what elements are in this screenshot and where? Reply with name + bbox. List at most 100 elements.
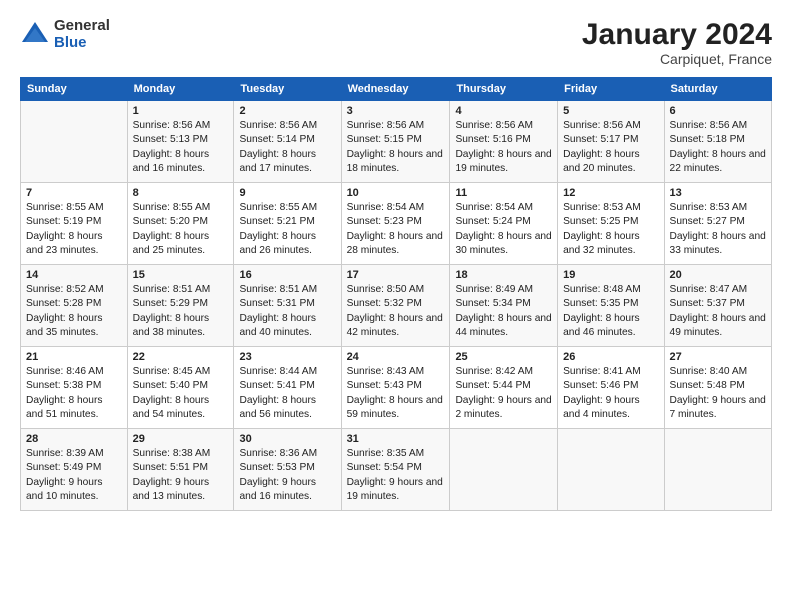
calendar-week-row: 21 Sunrise: 8:46 AM Sunset: 5:38 PM Dayli… (21, 347, 772, 429)
calendar-cell: 2Sunrise: 8:56 AM Sunset: 5:14 PM Daylig… (234, 101, 341, 183)
day-number: 13 (670, 187, 766, 199)
calendar-week-row: 28 Sunrise: 8:39 AM Sunset: 5:49 PM Dayli… (21, 429, 772, 511)
day-number: 26 (563, 351, 658, 363)
calendar-cell: 29 Sunrise: 8:38 AM Sunset: 5:51 PM Dayli… (127, 429, 234, 511)
header-friday: Friday (558, 78, 664, 101)
day-info: Sunrise: 8:56 AM Sunset: 5:17 PM Dayligh… (563, 119, 658, 176)
calendar-cell: 24Sunrise: 8:43 AM Sunset: 5:43 PM Dayli… (341, 347, 450, 429)
day-number: 19 (563, 269, 658, 281)
day-info: Sunrise: 8:39 AM Sunset: 5:49 PM Dayligh… (26, 447, 122, 504)
logo-text: General Blue (54, 18, 110, 51)
calendar-header-row: Sunday Monday Tuesday Wednesday Thursday… (21, 78, 772, 101)
calendar-cell: 26Sunrise: 8:41 AM Sunset: 5:46 PM Dayli… (558, 347, 664, 429)
day-number: 20 (670, 269, 766, 281)
calendar-cell: 15 Sunrise: 8:51 AM Sunset: 5:29 PM Dayli… (127, 265, 234, 347)
day-info: Sunrise: 8:55 AM Sunset: 5:21 PM Dayligh… (239, 201, 335, 258)
calendar-cell: 7 Sunrise: 8:55 AM Sunset: 5:19 PM Daylig… (21, 183, 128, 265)
logo: General Blue (20, 18, 110, 51)
calendar-cell: 12 Sunrise: 8:53 AM Sunset: 5:25 PM Dayli… (558, 183, 664, 265)
day-info: Sunrise: 8:38 AM Sunset: 5:51 PM Dayligh… (133, 447, 229, 504)
day-info: Sunrise: 8:56 AM Sunset: 5:16 PM Dayligh… (455, 119, 552, 176)
day-info: Sunrise: 8:54 AM Sunset: 5:23 PM Dayligh… (347, 201, 445, 258)
day-info: Sunrise: 8:54 AM Sunset: 5:24 PM Dayligh… (455, 201, 552, 258)
calendar-cell: 27Sunrise: 8:40 AM Sunset: 5:48 PM Dayli… (664, 347, 771, 429)
day-number: 10 (347, 187, 445, 199)
day-number: 18 (455, 269, 552, 281)
day-info: Sunrise: 8:44 AM Sunset: 5:41 PM Dayligh… (239, 365, 335, 422)
day-number: 16 (239, 269, 335, 281)
day-number: 22 (133, 351, 229, 363)
calendar-cell: 5 Sunrise: 8:56 AM Sunset: 5:17 PM Daylig… (558, 101, 664, 183)
day-number: 31 (347, 433, 445, 445)
day-info: Sunrise: 8:55 AM Sunset: 5:19 PM Dayligh… (26, 201, 122, 258)
day-number: 11 (455, 187, 552, 199)
day-number: 30 (239, 433, 335, 445)
day-number: 23 (239, 351, 335, 363)
day-number: 9 (239, 187, 335, 199)
day-number: 28 (26, 433, 122, 445)
day-number: 1 (133, 105, 229, 117)
day-info: Sunrise: 8:56 AM Sunset: 5:13 PM Dayligh… (133, 119, 229, 176)
calendar-cell: 31 Sunrise: 8:35 AM Sunset: 5:54 PM Dayli… (341, 429, 450, 511)
header-wednesday: Wednesday (341, 78, 450, 101)
calendar-cell: 22 Sunrise: 8:45 AM Sunset: 5:40 PM Dayli… (127, 347, 234, 429)
calendar-cell: 18 Sunrise: 8:49 AM Sunset: 5:34 PM Dayli… (450, 265, 558, 347)
day-number: 6 (670, 105, 766, 117)
calendar-cell: 1 Sunrise: 8:56 AM Sunset: 5:13 PM Daylig… (127, 101, 234, 183)
calendar-cell: 11 Sunrise: 8:54 AM Sunset: 5:24 PM Dayli… (450, 183, 558, 265)
day-info: Sunrise: 8:53 AM Sunset: 5:25 PM Dayligh… (563, 201, 658, 258)
day-number: 7 (26, 187, 122, 199)
calendar-week-row: 14 Sunrise: 8:52 AM Sunset: 5:28 PM Dayli… (21, 265, 772, 347)
day-info: Sunrise: 8:46 AM Sunset: 5:38 PM Dayligh… (26, 365, 122, 422)
day-info: Sunrise: 8:45 AM Sunset: 5:40 PM Dayligh… (133, 365, 229, 422)
header-tuesday: Tuesday (234, 78, 341, 101)
title-area: January 2024 Carpiquet, France (582, 18, 772, 67)
calendar-cell: 28 Sunrise: 8:39 AM Sunset: 5:49 PM Dayli… (21, 429, 128, 511)
calendar-cell: 3Sunrise: 8:56 AM Sunset: 5:15 PM Daylig… (341, 101, 450, 183)
calendar-week-row: 7 Sunrise: 8:55 AM Sunset: 5:19 PM Daylig… (21, 183, 772, 265)
calendar-page: General Blue January 2024 Carpiquet, Fra… (0, 0, 792, 612)
day-info: Sunrise: 8:56 AM Sunset: 5:15 PM Dayligh… (347, 119, 445, 176)
day-number: 29 (133, 433, 229, 445)
calendar-cell: 25 Sunrise: 8:42 AM Sunset: 5:44 PM Dayli… (450, 347, 558, 429)
calendar-cell (450, 429, 558, 511)
day-number: 5 (563, 105, 658, 117)
calendar-cell: 8Sunrise: 8:55 AM Sunset: 5:20 PM Daylig… (127, 183, 234, 265)
day-number: 15 (133, 269, 229, 281)
page-header: General Blue January 2024 Carpiquet, Fra… (20, 18, 772, 67)
day-number: 14 (26, 269, 122, 281)
logo-icon (20, 20, 50, 50)
day-number: 4 (455, 105, 552, 117)
header-sunday: Sunday (21, 78, 128, 101)
header-thursday: Thursday (450, 78, 558, 101)
calendar-cell: 30Sunrise: 8:36 AM Sunset: 5:53 PM Dayli… (234, 429, 341, 511)
day-info: Sunrise: 8:55 AM Sunset: 5:20 PM Dayligh… (133, 201, 229, 258)
calendar-cell: 4 Sunrise: 8:56 AM Sunset: 5:16 PM Daylig… (450, 101, 558, 183)
day-info: Sunrise: 8:51 AM Sunset: 5:31 PM Dayligh… (239, 283, 335, 340)
day-info: Sunrise: 8:52 AM Sunset: 5:28 PM Dayligh… (26, 283, 122, 340)
day-info: Sunrise: 8:53 AM Sunset: 5:27 PM Dayligh… (670, 201, 766, 258)
day-info: Sunrise: 8:42 AM Sunset: 5:44 PM Dayligh… (455, 365, 552, 422)
calendar-table: Sunday Monday Tuesday Wednesday Thursday… (20, 77, 772, 511)
day-info: Sunrise: 8:56 AM Sunset: 5:14 PM Dayligh… (239, 119, 335, 176)
day-number: 21 (26, 351, 122, 363)
calendar-cell: 10 Sunrise: 8:54 AM Sunset: 5:23 PM Dayli… (341, 183, 450, 265)
day-info: Sunrise: 8:35 AM Sunset: 5:54 PM Dayligh… (347, 447, 445, 504)
calendar-week-row: 1 Sunrise: 8:56 AM Sunset: 5:13 PM Daylig… (21, 101, 772, 183)
day-info: Sunrise: 8:50 AM Sunset: 5:32 PM Dayligh… (347, 283, 445, 340)
day-info: Sunrise: 8:48 AM Sunset: 5:35 PM Dayligh… (563, 283, 658, 340)
calendar-cell: 6Sunrise: 8:56 AM Sunset: 5:18 PM Daylig… (664, 101, 771, 183)
header-saturday: Saturday (664, 78, 771, 101)
calendar-cell: 17Sunrise: 8:50 AM Sunset: 5:32 PM Dayli… (341, 265, 450, 347)
calendar-cell: 14 Sunrise: 8:52 AM Sunset: 5:28 PM Dayli… (21, 265, 128, 347)
calendar-cell (558, 429, 664, 511)
day-number: 25 (455, 351, 552, 363)
calendar-cell: 9 Sunrise: 8:55 AM Sunset: 5:21 PM Daylig… (234, 183, 341, 265)
calendar-cell: 20Sunrise: 8:47 AM Sunset: 5:37 PM Dayli… (664, 265, 771, 347)
calendar-cell: 23 Sunrise: 8:44 AM Sunset: 5:41 PM Dayli… (234, 347, 341, 429)
month-year-title: January 2024 (582, 18, 772, 51)
day-info: Sunrise: 8:51 AM Sunset: 5:29 PM Dayligh… (133, 283, 229, 340)
day-info: Sunrise: 8:49 AM Sunset: 5:34 PM Dayligh… (455, 283, 552, 340)
logo-blue: Blue (54, 35, 110, 52)
day-number: 12 (563, 187, 658, 199)
